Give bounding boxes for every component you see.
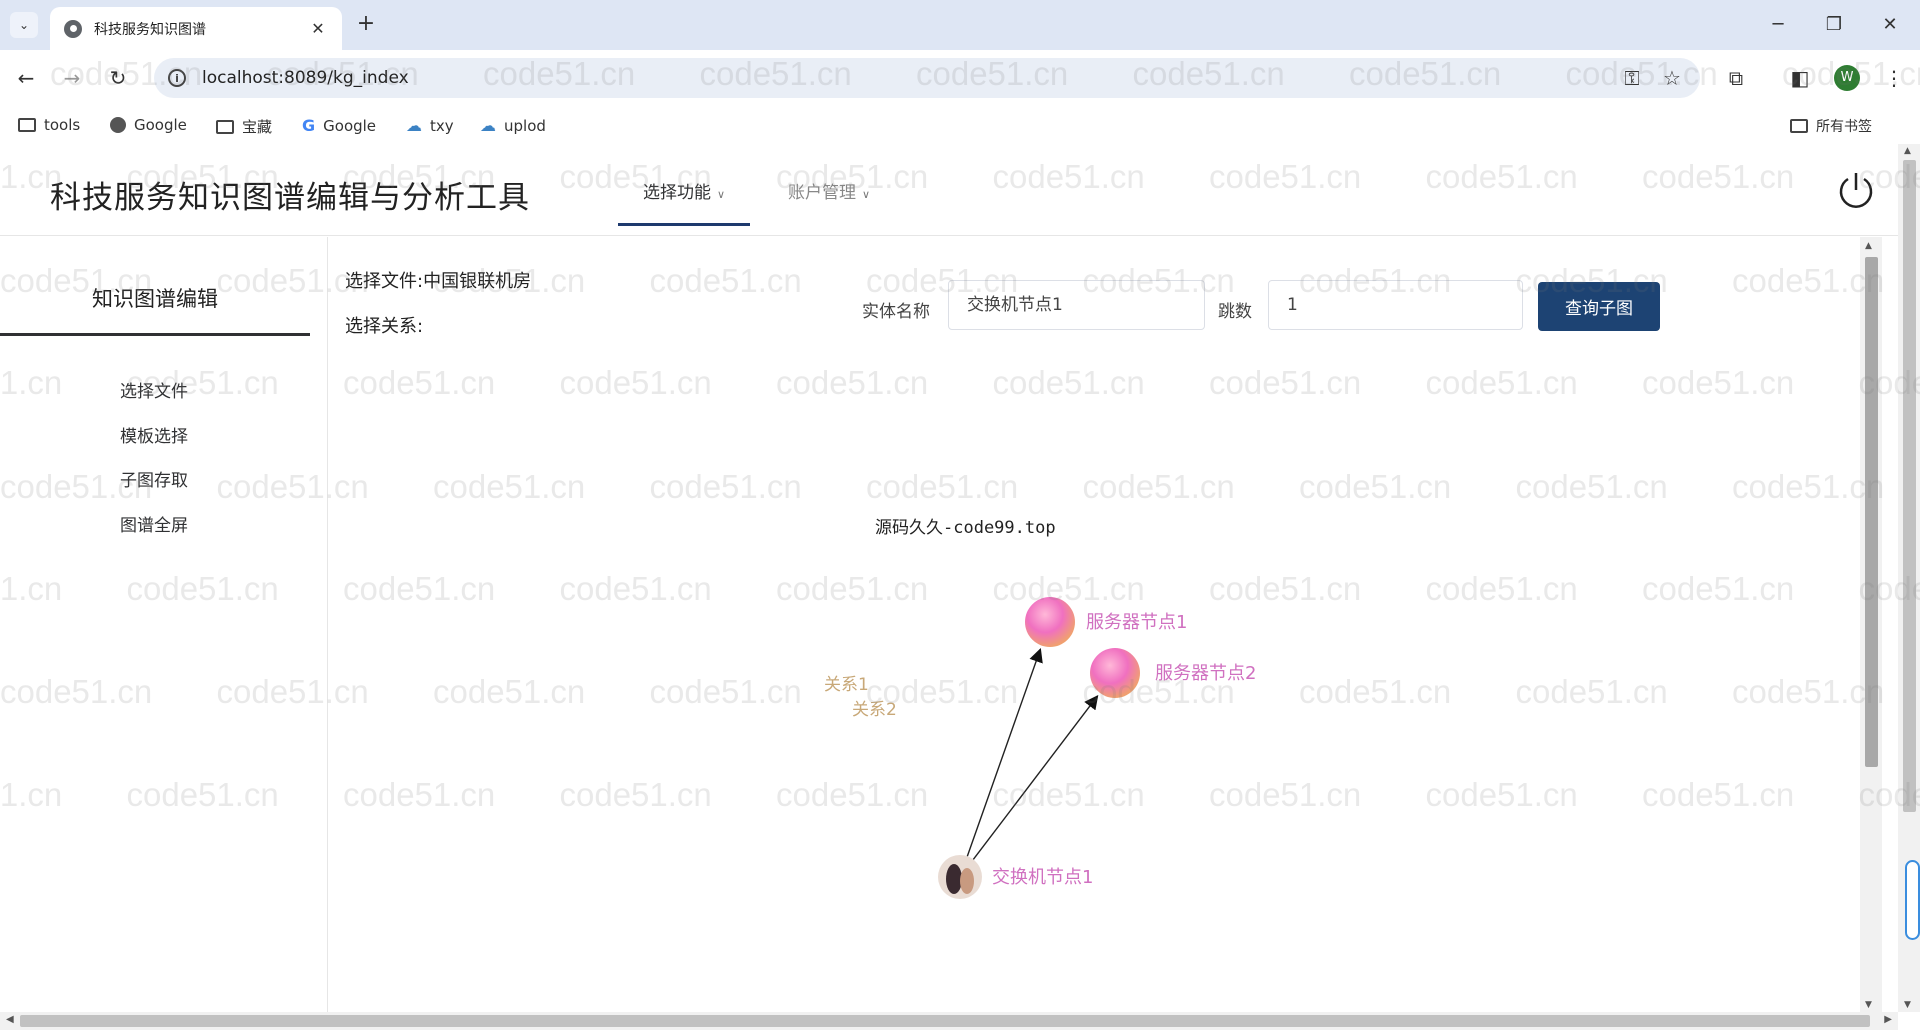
tab-title: 科技服务知识图谱 [94,21,206,38]
sidebar-item-template[interactable]: 模板选择 [120,422,188,447]
close-icon[interactable]: ✕ [308,19,328,38]
knowledge-graph[interactable]: 关系1 关系2 交换机节点1 服务器节点1 服务器节点2 [330,237,1860,1012]
graph-vertical-scrollbar[interactable]: ▲ ▼ [1860,237,1882,1012]
select-relation-label: 选择关系: [345,316,424,337]
restore-button[interactable]: ❐ [1814,10,1854,40]
graph-node[interactable]: 服务器节点1 [1025,597,1187,647]
sidebar-divider [0,333,310,336]
graph-node[interactable]: 交换机节点1 [938,855,1093,899]
bookmark-star-icon[interactable]: ☆ [1658,64,1686,92]
scroll-down-icon[interactable]: ▼ [1865,1000,1872,1010]
url-text: localhost:8089/kg_index [202,68,409,88]
menu-dots-icon[interactable]: ⋮ [1880,64,1908,92]
graph-node-label: 服务器节点2 [1155,663,1256,684]
bookmark-txy[interactable]: ☁ txy [406,116,454,135]
hops-label: 跳数 [1218,302,1252,322]
source-watermark-text: 源码久久-code99.top [875,518,1056,538]
entity-name-label: 实体名称 [862,302,930,322]
graph-node-bubble[interactable] [1090,648,1140,698]
app-title: 科技服务知识图谱编辑与分析工具 [50,180,530,216]
scrollbar-thumb[interactable] [20,1015,1870,1027]
scroll-down-icon[interactable]: ▼ [1904,1000,1911,1010]
page-horizontal-scrollbar[interactable]: ◀ ▶ [0,1012,1898,1030]
back-icon[interactable]: ← [12,64,40,92]
profile-avatar[interactable]: W [1834,65,1860,91]
password-key-icon[interactable]: ⚿ [1618,64,1646,92]
side-panel-icon[interactable]: ◧ [1786,64,1814,92]
graph-node[interactable]: 服务器节点2 [1090,648,1256,698]
all-bookmarks[interactable]: 所有书签 [1790,116,1872,136]
site-info-icon[interactable]: i [168,69,186,87]
address-bar[interactable]: i localhost:8089/kg_index [154,58,1700,98]
sidebar-item-fullscreen[interactable]: 图谱全屏 [120,511,188,536]
scrollbar-thumb[interactable] [1903,160,1916,812]
scroll-up-icon[interactable]: ▲ [1865,241,1872,251]
bookmarks-bar [0,108,1920,144]
page: 科技服务知识图谱编辑与分析工具 选择功能 ∨ 账户管理 ∨ 知识图谱编辑 选择文件 … [0,144,1898,1012]
google-icon: G [302,116,316,135]
sidebar-item-select-file[interactable]: 选择文件 [120,377,188,402]
app-header: 科技服务知识图谱编辑与分析工具 选择功能 ∨ 账户管理 ∨ [0,144,1898,236]
graph-node-label: 交换机节点1 [992,867,1093,888]
scroll-left-icon[interactable]: ◀ [6,1014,14,1025]
bookmark-uplod[interactable]: ☁ uplod [480,116,546,135]
query-subgraph-button[interactable]: 查询子图 [1538,282,1660,331]
avatar-figure [946,864,962,894]
scrollbar-thumb[interactable] [1865,257,1878,767]
close-window-button[interactable]: ✕ [1870,10,1910,40]
browser-tabbar: ⌄ 科技服务知识图谱 ✕ + ─ ❐ ✕ [0,0,1920,50]
graph-node-label: 服务器节点1 [1086,612,1187,633]
graph-edge[interactable] [966,648,1043,857]
chevron-down-icon: ∨ [717,188,726,201]
new-tab-button[interactable]: + [352,11,380,36]
power-icon[interactable] [1836,170,1876,210]
reload-icon[interactable]: ↻ [104,64,132,92]
folder-icon [18,118,36,132]
entity-name-input[interactable]: 交换机节点1 [948,280,1205,330]
extensions-icon[interactable]: ⧉ [1722,64,1750,92]
hops-input[interactable]: 1 [1268,280,1523,330]
sidebar-item-subgraph-storage[interactable]: 子图存取 [120,466,188,491]
avatar-figure [960,868,974,894]
graph-edge[interactable] [972,694,1099,860]
folder-icon [216,119,234,134]
menu-account-management[interactable]: 账户管理 ∨ [788,178,870,203]
selected-file-label: 选择文件:中国银联机房 [345,271,532,292]
scroll-right-icon[interactable]: ▶ [1884,1014,1892,1025]
graph-node-bubble[interactable] [1025,597,1075,647]
bookmark-tools[interactable]: tools [18,116,80,134]
sidebar: 知识图谱编辑 选择文件 模板选择 子图存取 图谱全屏 [0,237,328,1012]
menu-select-function[interactable]: 选择功能 ∨ [618,178,751,226]
forward-icon[interactable]: → [58,64,86,92]
cloud-icon: ☁ [480,116,496,135]
minimize-button[interactable]: ─ [1758,10,1798,40]
globe-icon [110,117,126,133]
bookmark-google[interactable]: Google [110,116,187,134]
sidebar-title: 知识图谱编辑 [92,287,218,311]
graph-edge-label: 关系2 [852,700,897,720]
bookmark-treasure[interactable]: 宝藏 [216,116,272,137]
bookmark-google-2[interactable]: G Google [302,116,376,135]
tab-search-button[interactable]: ⌄ [10,12,38,38]
graph-panel: 关系1 关系2 交换机节点1 服务器节点1 服务器节点2 选择文件:中国银联机房 选择… [330,237,1860,1012]
globe-icon [64,19,82,38]
browser-tab[interactable]: 科技服务知识图谱 ✕ [50,7,342,50]
graph-edge-label: 关系1 [824,675,869,695]
cloud-icon: ☁ [406,116,422,135]
folder-icon [1790,119,1808,133]
side-widget[interactable] [1905,860,1920,940]
chevron-down-icon: ∨ [862,188,871,201]
scroll-up-icon[interactable]: ▲ [1904,146,1911,156]
